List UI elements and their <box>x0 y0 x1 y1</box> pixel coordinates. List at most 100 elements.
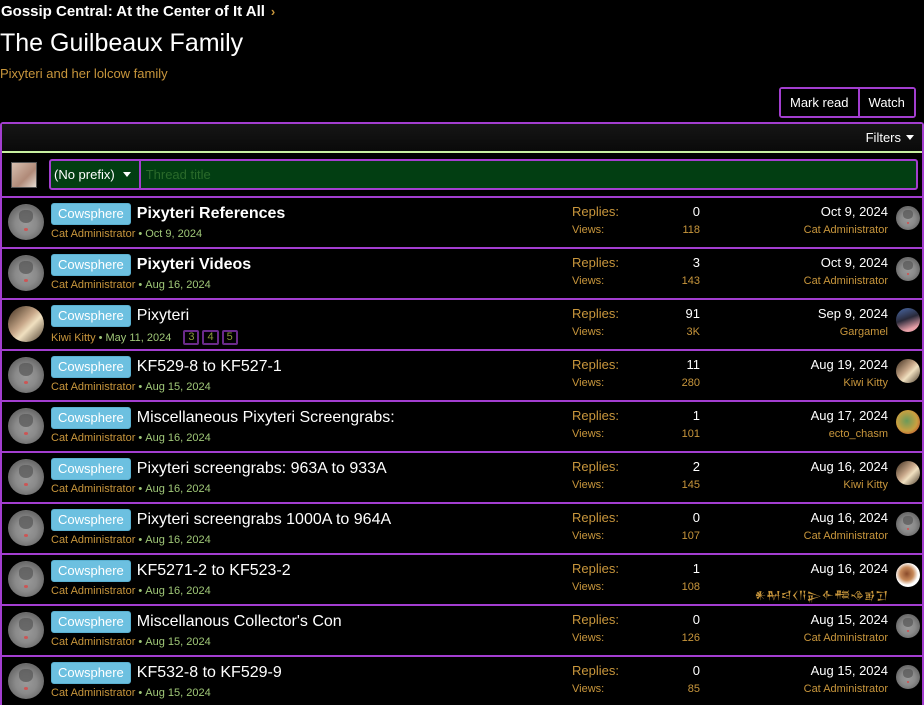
thread-title-link[interactable]: Miscellanous Collector's Con <box>137 613 342 631</box>
author-avatar[interactable] <box>8 306 44 342</box>
latest-post: Aug 16, 2024 Cat Administrator <box>804 510 888 542</box>
latest-post-date[interactable]: Aug 15, 2024 <box>804 612 888 630</box>
thread-title-link[interactable]: Pixyteri Videos <box>137 256 251 274</box>
latest-poster-avatar[interactable] <box>896 308 920 332</box>
author-avatar[interactable] <box>8 204 44 240</box>
latest-poster-avatar[interactable] <box>896 614 920 638</box>
current-user-avatar[interactable] <box>11 161 37 188</box>
author-avatar[interactable] <box>8 561 44 597</box>
latest-post-date[interactable]: Aug 17, 2024 <box>811 408 888 426</box>
thread-author-link[interactable]: Cat Administrator <box>51 381 135 393</box>
meta-separator: • <box>138 636 143 648</box>
latest-post-user[interactable]: Cat Administrator <box>804 632 888 644</box>
watch-button[interactable]: Watch <box>857 89 914 116</box>
page-link[interactable]: 4 <box>202 330 219 345</box>
thread-author-link[interactable]: Cat Administrator <box>51 687 135 699</box>
latest-post-date[interactable]: Aug 16, 2024 <box>804 510 888 528</box>
prefix-select[interactable]: (No prefix) <box>51 161 141 188</box>
thread-start-date[interactable]: Oct 9, 2024 <box>145 228 202 240</box>
page-link[interactable]: 3 <box>183 330 200 345</box>
thread-author-link[interactable]: Cat Administrator <box>51 534 135 546</box>
prefix-badge[interactable]: Cowsphere <box>51 458 131 480</box>
author-avatar[interactable] <box>8 612 44 648</box>
latest-poster-avatar[interactable] <box>896 410 920 434</box>
latest-post-user[interactable]: Cat Administrator <box>804 224 888 236</box>
thread-start-date[interactable]: Aug 15, 2024 <box>145 687 210 699</box>
prefix-badge[interactable]: Cowsphere <box>51 560 131 582</box>
meta-separator: • <box>138 381 143 393</box>
thread-author-link[interactable]: Cat Administrator <box>51 636 135 648</box>
thread-author-link[interactable]: Kiwi Kitty <box>51 332 96 344</box>
thread-title-link[interactable]: Pixyteri <box>137 307 189 325</box>
thread-row: Cowsphere Miscellaneous Pixyteri Screeng… <box>2 402 922 453</box>
thread-start-date[interactable]: Aug 15, 2024 <box>145 381 210 393</box>
thread-author-link[interactable]: Cat Administrator <box>51 228 135 240</box>
thread-start-date[interactable]: May 11, 2024 <box>105 332 171 344</box>
thread-title-link[interactable]: KF5271-2 to KF523-2 <box>137 562 291 580</box>
author-avatar[interactable] <box>8 357 44 393</box>
thread-start-date[interactable]: Aug 16, 2024 <box>145 432 210 444</box>
prefix-badge[interactable]: Cowsphere <box>51 305 131 327</box>
latest-poster-avatar[interactable] <box>896 257 920 281</box>
thread-list-block: Filters (No prefix) Cowsphere Pixyteri R… <box>0 122 924 705</box>
latest-post-user[interactable]: Gargamel <box>818 326 888 338</box>
filters-dropdown[interactable]: Filters <box>866 130 914 145</box>
author-avatar[interactable] <box>8 663 44 699</box>
prefix-badge[interactable]: Cowsphere <box>51 662 131 684</box>
latest-post-date[interactable]: Sep 9, 2024 <box>818 306 888 324</box>
latest-post-user[interactable]: 𒀭𒈹𒁀𒌋𒀀𒉌𒅆𒍣𒈾𒂊𒋛 <box>755 581 888 607</box>
latest-post-date[interactable]: Aug 19, 2024 <box>811 357 888 375</box>
thread-author-link[interactable]: Cat Administrator <box>51 432 135 444</box>
latest-post-date[interactable]: Oct 9, 2024 <box>804 255 888 273</box>
latest-post-date[interactable]: Aug 16, 2024 <box>811 459 888 477</box>
thread-stats: Replies: 0 Views: 85 <box>572 663 700 699</box>
thread-title-link[interactable]: Pixyteri screengrabs 1000A to 964A <box>137 511 391 529</box>
latest-poster-avatar[interactable] <box>896 206 920 230</box>
thread-main: Cowsphere Miscellanous Collector's Con C… <box>51 611 342 648</box>
mark-read-button[interactable]: Mark read <box>781 89 858 116</box>
thread-title-link[interactable]: KF529-8 to KF527-1 <box>137 358 282 376</box>
prefix-badge[interactable]: Cowsphere <box>51 356 131 378</box>
thread-author-link[interactable]: Cat Administrator <box>51 483 135 495</box>
latest-post-user[interactable]: ecto_chasm <box>811 428 888 440</box>
prefix-badge[interactable]: Cowsphere <box>51 254 131 276</box>
thread-stats: Replies: 0 Views: 118 <box>572 204 700 240</box>
latest-poster-avatar[interactable] <box>896 563 920 587</box>
thread-author-link[interactable]: Cat Administrator <box>51 279 135 291</box>
latest-post-date[interactable]: Aug 16, 2024 <box>755 561 888 579</box>
author-avatar[interactable] <box>8 459 44 495</box>
thread-start-date[interactable]: Aug 16, 2024 <box>145 483 210 495</box>
prefix-badge[interactable]: Cowsphere <box>51 407 131 429</box>
latest-post-date[interactable]: Aug 15, 2024 <box>804 663 888 681</box>
thread-start-date[interactable]: Aug 16, 2024 <box>145 279 210 291</box>
latest-post-user[interactable]: Cat Administrator <box>804 530 888 542</box>
latest-poster-avatar[interactable] <box>896 359 920 383</box>
latest-post-user[interactable]: Kiwi Kitty <box>811 479 888 491</box>
thread-author-link[interactable]: Cat Administrator <box>51 585 135 597</box>
prefix-badge[interactable]: Cowsphere <box>51 509 131 531</box>
breadcrumb: Gossip Central: At the Center of It All … <box>1 3 275 20</box>
page-link[interactable]: 5 <box>221 330 238 345</box>
prefix-badge[interactable]: Cowsphere <box>51 203 131 225</box>
thread-title-link[interactable]: Miscellaneous Pixyteri Screengrabs: <box>137 409 395 427</box>
author-avatar[interactable] <box>8 510 44 546</box>
latest-post-user[interactable]: Cat Administrator <box>804 275 888 287</box>
thread-start-date[interactable]: Aug 16, 2024 <box>145 585 210 597</box>
thread-title-link[interactable]: KF532-8 to KF529-9 <box>137 664 282 682</box>
thread-title-link[interactable]: Pixyteri screengrabs: 963A to 933A <box>137 460 387 478</box>
forum-actions: Mark read Watch <box>779 87 916 118</box>
thread-start-date[interactable]: Aug 16, 2024 <box>145 534 210 546</box>
latest-poster-avatar[interactable] <box>896 512 920 536</box>
breadcrumb-link-forum[interactable]: Gossip Central: At the Center of It All <box>1 3 265 20</box>
author-avatar[interactable] <box>8 255 44 291</box>
latest-post-user[interactable]: Cat Administrator <box>804 683 888 695</box>
thread-start-date[interactable]: Aug 15, 2024 <box>145 636 210 648</box>
prefix-badge[interactable]: Cowsphere <box>51 611 131 633</box>
thread-title-link[interactable]: Pixyteri References <box>137 205 286 223</box>
latest-poster-avatar[interactable] <box>896 665 920 689</box>
latest-poster-avatar[interactable] <box>896 461 920 485</box>
thread-title-input[interactable] <box>140 161 916 188</box>
latest-post-user[interactable]: Kiwi Kitty <box>811 377 888 389</box>
latest-post-date[interactable]: Oct 9, 2024 <box>804 204 888 222</box>
author-avatar[interactable] <box>8 408 44 444</box>
